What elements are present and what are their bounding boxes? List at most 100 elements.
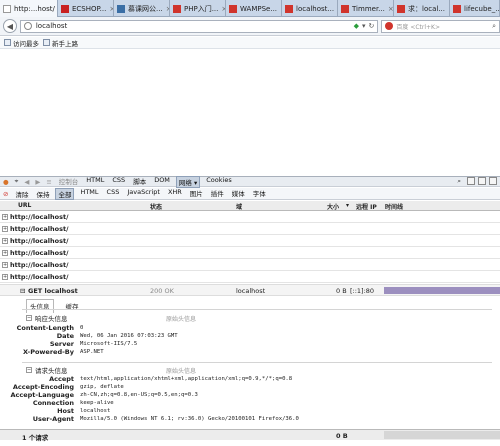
browser-tab[interactable]: ECSHOP...× xyxy=(58,0,114,17)
browser-tab[interactable]: 慕课网公...× xyxy=(114,0,170,17)
request-method-url[interactable]: GET localhost xyxy=(28,287,78,295)
tab-headers[interactable]: 头信息 xyxy=(26,299,54,313)
expand-icon[interactable]: + xyxy=(2,225,8,232)
total-size: 0 B xyxy=(336,432,348,440)
inspect-icon[interactable]: ⌖ xyxy=(15,177,19,186)
request-url[interactable]: http://localhost/ xyxy=(10,225,68,233)
request-row[interactable]: + http://localhost/ xyxy=(0,211,500,223)
request-row[interactable]: + http://localhost/ xyxy=(0,259,500,271)
filter-type-button[interactable]: 全部 xyxy=(55,187,75,200)
detach-icon[interactable] xyxy=(467,177,475,185)
tab-label: WAMPSe... xyxy=(240,4,278,13)
globe-icon xyxy=(23,22,32,30)
tab-label: localhost... xyxy=(296,4,335,13)
collapse-icon[interactable]: − xyxy=(26,315,32,321)
request-url[interactable]: http://localhost/ xyxy=(10,237,68,245)
expand-icon[interactable]: + xyxy=(2,249,8,256)
back-arrow-icon[interactable]: ◀ xyxy=(24,178,29,186)
close-tab-icon[interactable]: × xyxy=(218,5,225,13)
close-tab-icon[interactable]: × xyxy=(385,5,393,13)
header-name: User-Agent xyxy=(32,415,74,423)
shield-icon[interactable]: ◆ xyxy=(354,22,359,30)
expand-icon[interactable]: + xyxy=(2,237,8,244)
close-icon[interactable] xyxy=(489,177,497,185)
search-icon[interactable]: ⌕ xyxy=(492,22,499,31)
tab-cache[interactable]: 缓存 xyxy=(62,299,83,313)
expand-icon[interactable]: + xyxy=(2,273,8,280)
firebug-tab[interactable]: HTML xyxy=(84,176,106,188)
column-remote-ip[interactable]: 远程 IP xyxy=(356,202,377,211)
firebug-tab[interactable]: CSS xyxy=(110,176,127,188)
browser-tab[interactable]: PHP入门...× xyxy=(170,0,226,17)
response-headers-section[interactable]: − 响应头信息 xyxy=(26,313,68,323)
browser-tab[interactable]: Timmer... × xyxy=(338,0,394,17)
request-remote-ip: [::1]:80 xyxy=(350,287,375,295)
request-row[interactable]: + http://localhost/ xyxy=(0,235,500,247)
search-box[interactable]: 百度 <Ctrl+K> ⌕ xyxy=(381,19,500,33)
column-url[interactable]: URL xyxy=(18,202,31,209)
filter-type-button[interactable]: 媒体 xyxy=(230,188,247,200)
browser-tab[interactable]: localhost...× xyxy=(282,0,338,17)
url-bar[interactable]: localhost ◆ ▾ ↻ xyxy=(19,19,379,33)
filter-type-button[interactable]: JavaScript xyxy=(125,188,162,200)
view-source-link[interactable]: 原始头信息 xyxy=(166,314,196,323)
clear-button[interactable]: 清除 xyxy=(13,189,30,199)
browser-tab[interactable]: 求：local...× xyxy=(394,0,450,17)
browser-tab[interactable]: http:...host/× xyxy=(0,0,58,17)
column-domain[interactable]: 域 xyxy=(236,202,242,211)
request-url[interactable]: http://localhost/ xyxy=(10,261,68,269)
filter-type-button[interactable]: 图片 xyxy=(188,188,205,200)
firebug-toolbar: ● ⌖ ◀ ▶ ≡ 控制台 HTML CSS 脚本 DOM 网络 ▾ Cookies ⌕ xyxy=(0,175,500,188)
collapse-icon[interactable]: ⊟ xyxy=(20,287,25,295)
expand-icon[interactable]: + xyxy=(2,261,8,268)
dropdown-arrow-icon[interactable]: ▾ xyxy=(362,22,366,30)
bookmark-getting-started[interactable]: 新手上路 xyxy=(43,38,78,48)
header-value: ASP.NET xyxy=(80,349,104,355)
header-value: Microsoft-IIS/7.5 xyxy=(80,341,138,347)
request-row[interactable]: + http://localhost/ xyxy=(0,223,500,235)
filter-type-button[interactable]: 插件 xyxy=(209,188,226,200)
tab-label: http:...host/ xyxy=(14,4,55,13)
request-url[interactable]: http://localhost/ xyxy=(10,213,68,221)
expand-icon[interactable]: + xyxy=(2,213,8,220)
column-timeline[interactable]: 时间线 xyxy=(385,202,403,211)
url-text[interactable]: localhost xyxy=(36,22,67,30)
minimize-icon[interactable] xyxy=(478,177,486,185)
firebug-tab[interactable]: 脚本 xyxy=(131,176,148,188)
request-url[interactable]: http://localhost/ xyxy=(10,273,68,281)
search-icon[interactable]: ⌕ xyxy=(457,177,461,186)
close-tab-icon[interactable]: × xyxy=(163,5,169,13)
forward-arrow-icon[interactable]: ▶ xyxy=(35,178,40,186)
request-row[interactable]: + http://localhost/ xyxy=(0,271,500,283)
column-size[interactable]: 大小 xyxy=(327,202,339,211)
red-flag-icon xyxy=(173,4,181,13)
request-domain: localhost xyxy=(236,287,266,295)
command-line-icon[interactable]: ≡ xyxy=(46,178,51,186)
browser-tab[interactable]: lifecube_...× xyxy=(450,0,500,17)
request-headers-section[interactable]: − 请求头信息 xyxy=(26,365,68,375)
firebug-tab[interactable]: DOM xyxy=(152,176,172,188)
firebug-tab[interactable]: 控制台 xyxy=(57,176,81,188)
filter-type-button[interactable]: 字体 xyxy=(251,188,268,200)
browser-tab[interactable]: WAMPSe...× xyxy=(226,0,282,17)
baidu-icon[interactable] xyxy=(385,22,394,30)
firebug-tab[interactable]: Cookies xyxy=(204,176,233,188)
close-tab-icon[interactable]: × xyxy=(106,5,113,13)
view-source-link[interactable]: 原始头信息 xyxy=(166,366,196,375)
filter-type-button[interactable]: CSS xyxy=(105,188,122,200)
reload-icon[interactable]: ↻ xyxy=(369,22,375,30)
firebug-tab[interactable]: 网络 ▾ xyxy=(175,175,201,188)
collapse-icon[interactable]: − xyxy=(26,367,32,373)
header-value: localhost xyxy=(80,408,111,414)
persist-button[interactable]: 保持 xyxy=(34,189,51,199)
clear-icon[interactable]: ⊘ xyxy=(3,190,8,198)
filter-type-button[interactable]: HTML xyxy=(78,188,100,200)
request-url[interactable]: http://localhost/ xyxy=(10,249,68,257)
bookmark-most-visited[interactable]: 访问最多 xyxy=(4,38,39,48)
expanded-request-row[interactable]: ⊟ GET localhost 200 OK localhost 0 B [::… xyxy=(0,284,500,296)
column-status[interactable]: 状态 xyxy=(150,202,162,211)
filter-type-button[interactable]: XHR xyxy=(166,188,184,200)
request-row[interactable]: + http://localhost/ xyxy=(0,247,500,259)
firebug-icon[interactable]: ● xyxy=(3,178,9,186)
back-button[interactable]: ◀ xyxy=(3,19,17,33)
